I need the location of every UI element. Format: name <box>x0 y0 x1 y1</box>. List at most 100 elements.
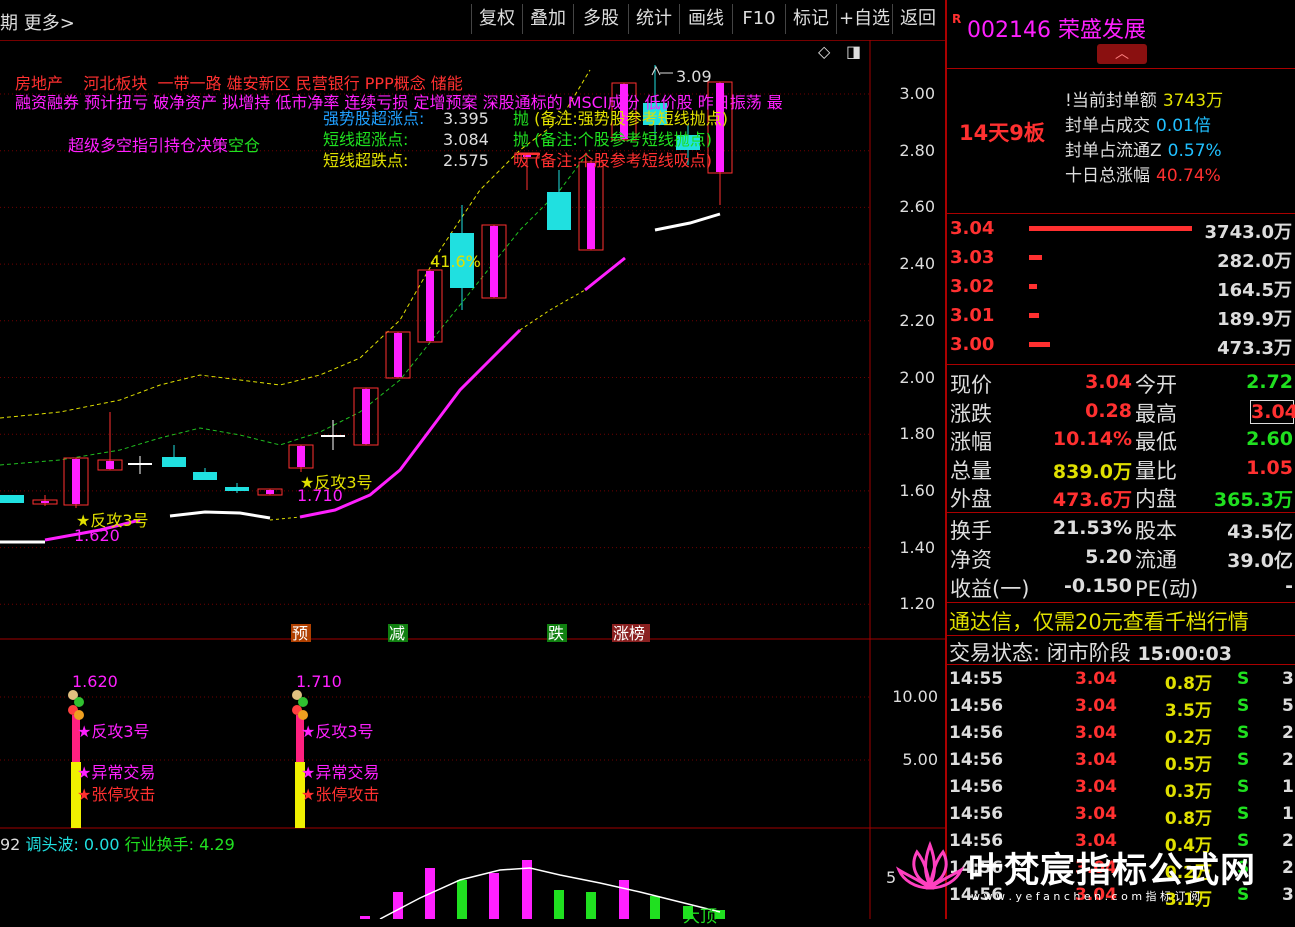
tick-time: 14:56 <box>949 696 1004 716</box>
sub-y-tick: 10.00 <box>892 687 938 706</box>
candle-fill <box>72 459 80 504</box>
fund-label: 净资 <box>950 548 992 572</box>
tick-count: 5 <box>1282 696 1294 716</box>
main-y-tick: 1.40 <box>899 537 935 557</box>
candle-fill <box>106 461 114 469</box>
tick-time: 14:56 <box>949 723 1004 743</box>
fund-label: 流通 <box>1135 548 1177 572</box>
diamond-icon[interactable]: ◇ <box>818 42 830 61</box>
divider <box>947 213 1295 214</box>
bottom-indicator-bar <box>619 880 629 919</box>
seal-value: 40.74% <box>1156 166 1221 186</box>
promo-link[interactable]: 通达信，仅需20元查看千档行情 <box>949 606 1249 636</box>
divider <box>947 664 1295 665</box>
tick-count: 3 <box>1282 885 1294 905</box>
kline-chart-area[interactable]: 房地产 河北板块 一带一路 雄安新区 民营银行 PPP概念 储能 融资融券 预计… <box>0 40 945 927</box>
signal-dot <box>298 697 308 707</box>
candle-fill <box>490 226 498 297</box>
collapse-chevron-icon[interactable]: ︿ <box>1097 44 1147 64</box>
sub-signal-value: 1.710 <box>296 672 342 691</box>
divider <box>947 68 1295 69</box>
quote-label: 现价 <box>950 373 992 397</box>
draw-line-button[interactable]: 画线 <box>679 4 732 34</box>
sub-signal-value: 1.620 <box>72 672 118 691</box>
fund-value: 5.20 <box>1085 546 1132 568</box>
candle-body <box>547 192 571 230</box>
restore-rights-button[interactable]: 复权 <box>471 4 522 34</box>
tick-side: S <box>1237 777 1250 797</box>
level-row: 短线超涨点: 3.084 抛 (备注:个股参考短线抛点) <box>323 130 712 149</box>
tick-side: S <box>1237 750 1250 770</box>
seal-label: 封单占成交 <box>1065 116 1150 136</box>
mark-button[interactable]: 标记 <box>785 4 836 34</box>
quote-label: 外盘 <box>950 487 992 511</box>
main-y-tick: 2.80 <box>899 140 935 160</box>
trade-status: 交易状态: 闭市阶段 15:00:03 <box>949 641 1232 665</box>
quote-value: 2.72 <box>1246 371 1293 393</box>
low-label: 1.710 <box>297 486 343 505</box>
f10-button[interactable]: F10 <box>732 4 785 34</box>
main-y-tick: 2.60 <box>899 197 935 217</box>
quote-label: 今开 <box>1135 373 1177 397</box>
marker-badge: 跌 <box>548 624 565 643</box>
quote-panel: R 002146 荣盛发展 ︿ 14天9板 !当前封单额 3743万 封单占成交 0.… <box>945 0 1295 919</box>
tick-volume: 0.8万 <box>1164 809 1212 829</box>
ob-volume: 282.0万 <box>1217 251 1292 272</box>
quote-label: 内盘 <box>1135 487 1177 511</box>
overlay-button[interactable]: 叠加 <box>522 4 573 34</box>
tick-side: S <box>1237 831 1250 851</box>
top-signal-label: 大顶 <box>683 907 717 927</box>
tick-side: S <box>1237 696 1250 716</box>
seal-value: 3743万 <box>1162 91 1224 111</box>
fund-value: 43.5亿 <box>1227 521 1293 543</box>
lower-band-magenta <box>584 256 626 292</box>
fund-label: PE(动) <box>1135 577 1199 601</box>
tick-side: S <box>1237 669 1250 689</box>
candle-fill <box>394 333 402 377</box>
tick-volume: 0.2万 <box>1164 863 1212 883</box>
level-row: 短线超跌点: 2.575 吸 (备注:个股参考短线吸点) <box>323 151 712 170</box>
candle-body <box>0 495 24 503</box>
main-y-tick: 3.00 <box>899 84 935 103</box>
fund-label: 换手 <box>950 519 992 543</box>
sub-label: ★异常交易 <box>301 763 380 782</box>
main-y-tick: 2.20 <box>899 310 935 330</box>
tick-price: 3.04 <box>1075 696 1117 716</box>
tick-volume: 0.2万 <box>1164 728 1212 748</box>
quote-value: 3.04 <box>1250 399 1295 424</box>
add-favorite-button[interactable]: +自选 <box>836 4 892 34</box>
panel-toggle-icon[interactable]: ◨ <box>846 42 861 61</box>
tick-volume: 0.4万 <box>1164 836 1212 856</box>
seal-label: !当前封单额 <box>1065 91 1157 111</box>
signal-dot <box>74 697 84 707</box>
tick-count: 1 <box>1282 777 1294 797</box>
period-more-menu[interactable]: 期 更多> <box>0 9 75 35</box>
multi-stock-button[interactable]: 多股 <box>573 4 628 34</box>
seal-value: 0.57% <box>1167 141 1222 161</box>
ob-volume: 473.3万 <box>1217 338 1292 359</box>
lower-band-white <box>654 212 721 232</box>
tick-price: 3.04 <box>1075 750 1117 770</box>
bottom-indicator-bar <box>393 892 403 919</box>
indicator-title: 超级多空指引持仓决策空仓 <box>68 136 261 155</box>
tick-side: S <box>1237 804 1250 824</box>
candle-fill <box>362 389 370 444</box>
tick-price: 3.04 <box>1075 669 1117 689</box>
sub-label: ★反攻3号 <box>301 722 374 741</box>
tick-volume: 0.5万 <box>1164 755 1212 775</box>
tick-count: 2 <box>1282 723 1294 743</box>
tick-time: 14:56 <box>949 750 1004 770</box>
back-button[interactable]: 返回 <box>892 4 943 34</box>
main-y-tick: 2.40 <box>899 254 935 274</box>
ob-price: 3.01 <box>950 305 995 326</box>
fund-value: 21.53% <box>1052 517 1132 539</box>
quote-label: 涨跌 <box>950 401 992 426</box>
tick-time: 14:56 <box>949 831 1004 851</box>
quote-label: 涨幅 <box>950 430 992 454</box>
ob-bar <box>1029 284 1037 289</box>
seal-label: 十日总涨幅 <box>1065 166 1150 186</box>
quote-value: 839.0万 <box>1052 460 1132 483</box>
ob-price: 3.04 <box>950 218 995 239</box>
bottom-y-tick: 5 <box>886 868 897 887</box>
statistics-button[interactable]: 统计 <box>628 4 679 34</box>
